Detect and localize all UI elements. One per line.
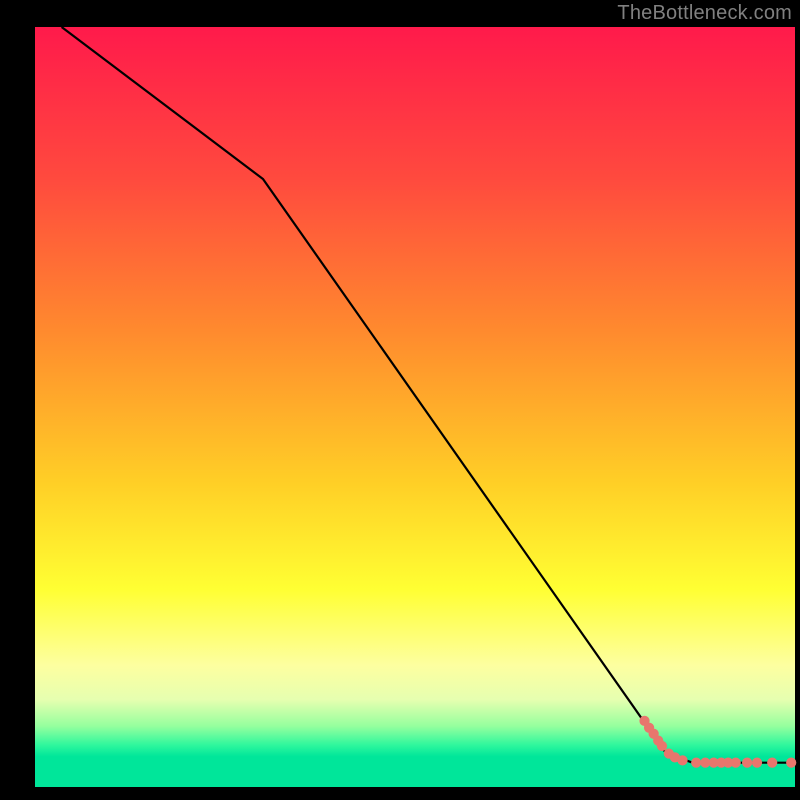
data-marker xyxy=(691,758,701,768)
data-marker xyxy=(677,755,687,765)
data-marker xyxy=(767,758,777,768)
data-marker xyxy=(786,758,796,768)
data-marker xyxy=(742,758,752,768)
data-marker xyxy=(752,758,762,768)
bottleneck-chart xyxy=(0,0,800,800)
attribution-text: TheBottleneck.com xyxy=(617,2,792,25)
chart-frame: { "attribution": "TheBottleneck.com", "c… xyxy=(0,0,800,800)
data-marker xyxy=(657,741,667,751)
data-marker xyxy=(731,758,741,768)
plot-background xyxy=(35,27,795,787)
